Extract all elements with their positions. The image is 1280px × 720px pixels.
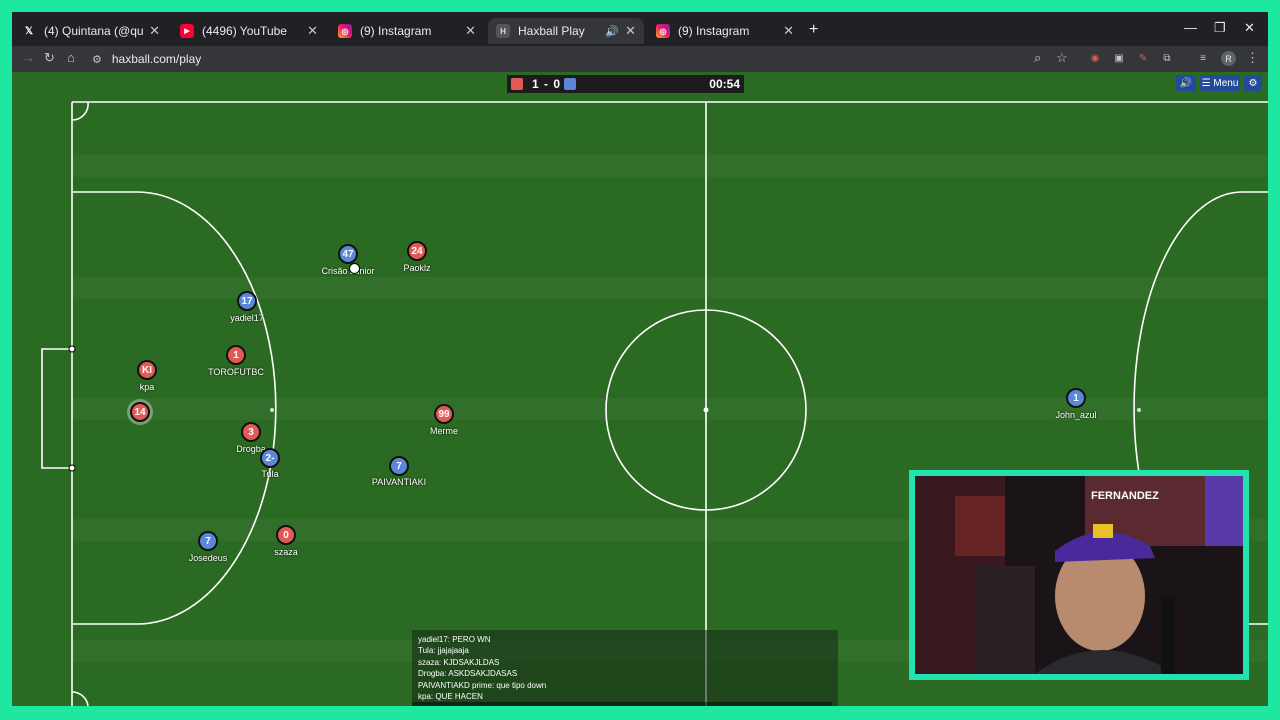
poster-text: FERNANDEZ (1091, 490, 1159, 502)
player-token: 17 (237, 291, 257, 311)
speaker-icon[interactable]: 🔊 (605, 25, 619, 38)
tab-title: (4) Quintana (@quintanaverso) / X (44, 24, 144, 38)
forward-icon[interactable]: → (22, 50, 35, 65)
instagram-icon: ◎ (338, 24, 352, 38)
close-tab-icon[interactable]: ✕ (149, 23, 160, 39)
tab-youtube[interactable]: ▶ (4496) YouTube ✕ (172, 18, 326, 44)
tab-title: (9) Instagram (360, 24, 432, 38)
reload-icon[interactable]: ↻ (44, 50, 55, 66)
player-token: 2- (260, 448, 280, 468)
blue-team-square (564, 78, 576, 90)
close-tab-icon[interactable]: ✕ (307, 23, 318, 39)
chat-message: kpa: QUE HACEN (418, 692, 483, 702)
close-tab-icon[interactable]: ✕ (625, 23, 636, 39)
extension-red-icon[interactable]: ◉ (1088, 51, 1102, 65)
profile-avatar[interactable]: R (1221, 51, 1236, 66)
tab-title: (4496) YouTube (202, 24, 287, 38)
player-token: 7 (389, 456, 409, 476)
player-token: KI (137, 360, 157, 380)
streamer-image (915, 476, 1243, 674)
minimize-icon[interactable]: — (1184, 20, 1197, 35)
player-name: Josedeus (188, 553, 228, 563)
player-name: kpa (139, 382, 155, 392)
tab-x[interactable]: 𝕏 (4) Quintana (@quintanaverso) / X ✕ (14, 18, 168, 44)
red-team-square (511, 78, 523, 90)
player-token: 7 (198, 531, 218, 551)
haxball-icon: H (496, 24, 510, 38)
chat-input[interactable] (412, 702, 832, 706)
player-name: John_azul (1055, 410, 1097, 420)
close-tab-icon[interactable]: ✕ (465, 23, 476, 39)
tab-title: (9) Instagram (678, 24, 750, 38)
score: 1 - 0 (532, 77, 562, 91)
address-bar[interactable]: ⚙ haxball.com/play (92, 49, 892, 69)
chat-message: Tula: jjajajaaja (418, 646, 469, 656)
chat-box: yadiel17: PERO WN Tula: jjajajaaja szaza… (412, 630, 838, 706)
menu-button[interactable]: ☰ Menu (1200, 75, 1240, 91)
webcam-overlay: FERNANDEZ (909, 470, 1249, 680)
new-tab-icon[interactable]: + (809, 21, 818, 39)
player-token: 3 (241, 422, 261, 442)
close-tab-icon[interactable]: ✕ (783, 23, 794, 39)
player-name: TOROFUTBC (208, 367, 264, 377)
url-text: haxball.com/play (111, 52, 202, 66)
sound-toggle-icon[interactable]: 🔊 (1176, 75, 1196, 91)
chat-message: PAIVANTIAKD prime: que tipo down (418, 680, 547, 690)
tab-instagram[interactable]: ◎ (9) Instagram ✕ (330, 18, 484, 44)
close-window-icon[interactable]: ✕ (1244, 20, 1255, 36)
more-menu-icon[interactable]: ⋮ (1246, 50, 1259, 66)
extensions-puzzle-icon[interactable]: ⧉ (1160, 51, 1174, 65)
home-icon[interactable]: ⌂ (67, 50, 75, 65)
chat-message: szaza: KJDSAKJLDAS (418, 657, 500, 667)
x-logo-icon: 𝕏 (24, 25, 34, 37)
player-token: 24 (407, 241, 427, 261)
extension-puzzle-dark-icon[interactable]: ▣ (1112, 51, 1126, 65)
player-token: 47 (338, 244, 358, 264)
player-name: PAIVANTIAKI (371, 477, 427, 487)
tab-title: Haxball Play (518, 24, 585, 38)
soccer-ball (349, 263, 360, 274)
site-settings-icon[interactable]: ⚙ (92, 53, 102, 66)
player-token: 1 (226, 345, 246, 365)
scoreboard: 1 - 0 00:54 (507, 75, 744, 93)
match-timer: 00:54 (709, 77, 740, 91)
tab-strip: 𝕏 (4) Quintana (@quintanaverso) / X ✕ ▶ … (12, 12, 1268, 46)
zoom-icon[interactable]: ⌕ (1034, 50, 1041, 66)
media-controls-icon[interactable]: ≡ (1196, 51, 1210, 65)
player-token-self: 14 (130, 402, 150, 422)
player-name: szaza (274, 547, 298, 557)
player-token: 0 (276, 525, 296, 545)
instagram-icon: ◎ (656, 24, 670, 38)
toolbar: → ↻ ⌂ ⚙ haxball.com/play ⌕ ☆ ◉ ▣ ✎ ⧉ ≡ R… (12, 46, 1268, 72)
bookmark-star-icon[interactable]: ☆ (1056, 50, 1068, 66)
player-name: Crisão Junior (321, 266, 375, 276)
player-name: Tula (261, 469, 279, 479)
extension-brush-icon[interactable]: ✎ (1136, 51, 1150, 65)
restore-icon[interactable]: ❐ (1214, 20, 1226, 36)
player-name: Merme (429, 426, 459, 436)
player-name: Paoklz (403, 263, 431, 273)
tab-instagram-2[interactable]: ◎ (9) Instagram ✕ (648, 18, 802, 44)
youtube-icon: ▶ (180, 24, 194, 38)
player-token: 99 (434, 404, 454, 424)
player-token: 1 (1066, 388, 1086, 408)
tab-haxball[interactable]: H Haxball Play 🔊 ✕ (488, 18, 644, 44)
webcam-video: FERNANDEZ (915, 476, 1243, 674)
player-name: yadiel17 (230, 313, 264, 323)
settings-gear-icon[interactable]: ⚙ (1244, 75, 1262, 91)
chat-message: Drogba: ASKDSAKJDASAS (418, 669, 518, 679)
chat-message: yadiel17: PERO WN (418, 635, 491, 644)
